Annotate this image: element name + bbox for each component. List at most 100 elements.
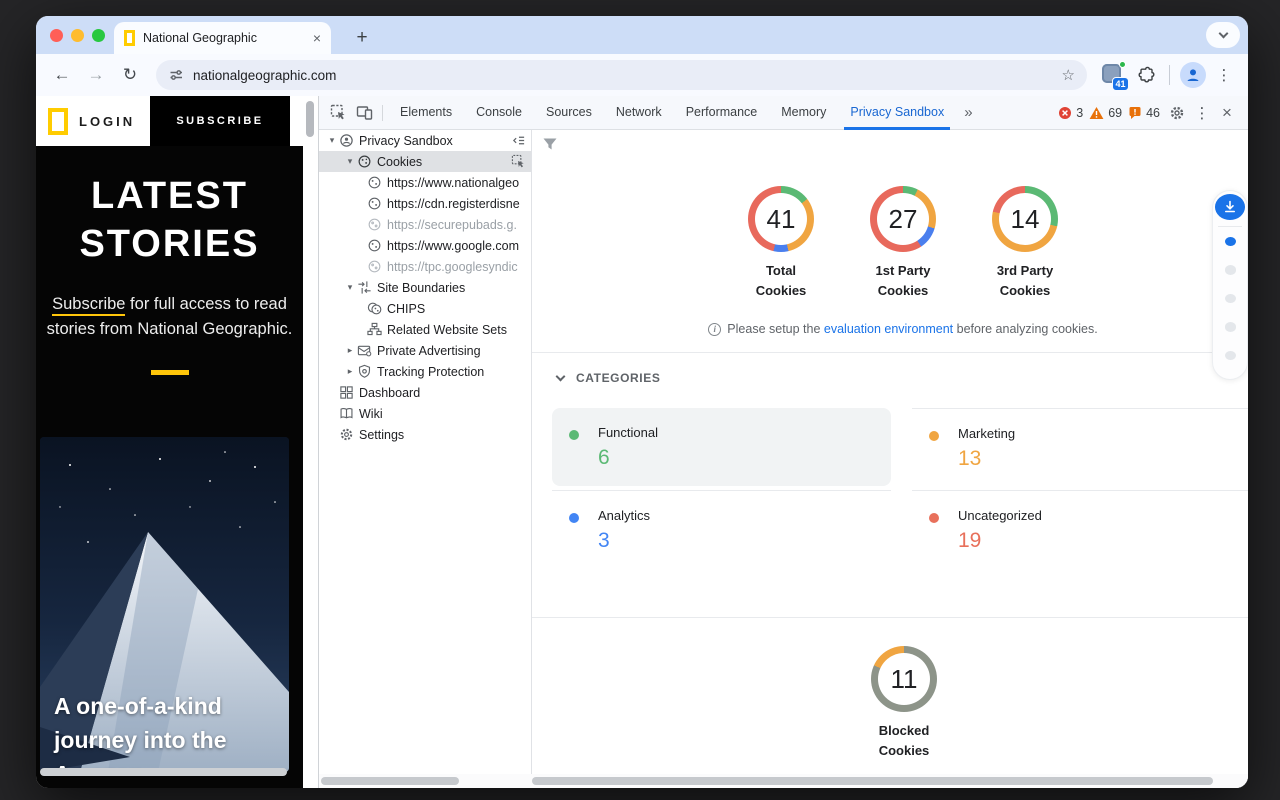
- content-horizontal-scrollbar[interactable]: [532, 777, 1213, 785]
- category-functional[interactable]: Functional 6: [552, 408, 891, 486]
- filter-funnel-icon[interactable]: [542, 136, 558, 152]
- console-errors-badge[interactable]: 3: [1058, 106, 1083, 120]
- more-tabs-button[interactable]: »: [956, 104, 980, 121]
- tree-item-chips[interactable]: CHIPS: [319, 298, 531, 319]
- donut-ring: 11: [871, 646, 937, 712]
- tree-item-settings[interactable]: Settings: [319, 424, 531, 445]
- extensions-puzzle-button[interactable]: [1133, 62, 1159, 88]
- tab-network[interactable]: Network: [604, 96, 674, 130]
- sidebar-horizontal-scrollbar[interactable]: [321, 777, 459, 785]
- navigator-divider: [1218, 226, 1242, 227]
- donut-ring: 27: [870, 186, 936, 252]
- expand-arrow-icon[interactable]: ▾: [325, 135, 339, 146]
- cookie-icon: [367, 238, 382, 253]
- download-report-button[interactable]: [1215, 194, 1245, 220]
- setup-notice: i Please setup the evaluation environmen…: [532, 322, 1248, 336]
- issues-badge[interactable]: 46: [1128, 106, 1160, 120]
- tree-item-related-website-sets[interactable]: Related Website Sets: [319, 319, 531, 340]
- extension-status-dot: [1119, 61, 1126, 68]
- collapsed-arrow-icon[interactable]: ▸: [343, 345, 357, 356]
- tree-item-cookie-url[interactable]: https://www.nationalgeo: [319, 172, 531, 193]
- inspect-element-button[interactable]: [325, 100, 351, 126]
- section-dot-active[interactable]: [1225, 237, 1236, 246]
- warning-icon: [1089, 106, 1104, 120]
- inspect-cursor-icon: [330, 104, 347, 121]
- tree-item-dashboard[interactable]: Dashboard: [319, 382, 531, 403]
- tree-item-cookie-url[interactable]: https://www.google.com: [319, 235, 531, 256]
- tree-item-cookie-url[interactable]: https://tpc.googlesyndic: [319, 256, 531, 277]
- cookie-icon: [357, 154, 372, 169]
- page-horizontal-scrollbar[interactable]: [40, 768, 287, 776]
- tree-item-site-boundaries[interactable]: ▾ Site Boundaries: [319, 277, 531, 298]
- tab-console[interactable]: Console: [464, 96, 534, 130]
- categories-section-header[interactable]: CATEGORIES: [557, 371, 660, 385]
- reload-button[interactable]: ↻: [116, 61, 144, 89]
- bookmark-star-icon[interactable]: ☆: [1062, 66, 1075, 84]
- evaluation-environment-link[interactable]: evaluation environment: [824, 322, 953, 336]
- collapse-sidebar-icon[interactable]: [511, 133, 526, 148]
- page-vertical-scrollbar[interactable]: [306, 101, 314, 137]
- back-button[interactable]: ←: [48, 61, 76, 89]
- donut-ring: 14: [992, 186, 1058, 252]
- toolbar-divider: [1169, 65, 1170, 85]
- tab-strip-chevron-button[interactable]: [1206, 22, 1240, 48]
- browser-tab[interactable]: National Geographic ×: [114, 22, 331, 54]
- close-window-button[interactable]: [50, 29, 63, 42]
- address-bar[interactable]: nationalgeographic.com ☆: [156, 60, 1087, 90]
- total-cookies-donut[interactable]: 41 TotalCookies: [721, 186, 841, 301]
- devtools-settings-button[interactable]: [1164, 100, 1190, 126]
- dashboard-icon: [339, 385, 354, 400]
- tab-elements[interactable]: Elements: [388, 96, 464, 130]
- section-dot[interactable]: [1225, 294, 1236, 303]
- devtools-close-button[interactable]: ×: [1214, 103, 1240, 123]
- tree-item-cookie-url[interactable]: https://cdn.registerdisne: [319, 193, 531, 214]
- page-scrollbar-track: [303, 96, 318, 788]
- maximize-window-button[interactable]: [92, 29, 105, 42]
- wiki-book-icon: [339, 406, 354, 421]
- third-party-cookies-donut[interactable]: 14 3rd PartyCookies: [965, 186, 1085, 301]
- tab-sources[interactable]: Sources: [534, 96, 604, 130]
- tab-close-icon[interactable]: ×: [313, 31, 321, 45]
- tree-item-private-advertising[interactable]: ▸ Private Advertising: [319, 340, 531, 361]
- inspect-cursor-icon[interactable]: [511, 154, 526, 169]
- tab-privacy-sandbox[interactable]: Privacy Sandbox: [838, 96, 956, 130]
- tree-item-cookies[interactable]: ▾ Cookies: [319, 151, 531, 172]
- section-dot[interactable]: [1225, 265, 1236, 274]
- expand-arrow-icon[interactable]: ▾: [343, 282, 357, 293]
- tree-item-cookie-url[interactable]: https://securepubads.g.: [319, 214, 531, 235]
- section-dot[interactable]: [1225, 322, 1236, 331]
- tab-performance[interactable]: Performance: [674, 96, 770, 130]
- tab-memory[interactable]: Memory: [769, 96, 838, 130]
- browser-menu-button[interactable]: ⋮: [1212, 66, 1236, 84]
- subscribe-text-link[interactable]: Subscribe: [52, 295, 125, 316]
- forward-button[interactable]: →: [82, 61, 110, 89]
- natgeo-logo[interactable]: [48, 108, 68, 135]
- devtools-menu-button[interactable]: ⋮: [1190, 104, 1214, 122]
- tree-item-tracking-protection[interactable]: ▸ Tracking Protection: [319, 361, 531, 382]
- minimize-window-button[interactable]: [71, 29, 84, 42]
- console-warnings-badge[interactable]: 69: [1089, 106, 1122, 120]
- story-card[interactable]: A one-of-a-kind journey into the Amazon: [40, 437, 289, 772]
- blocked-cookies-donut[interactable]: 11 BlockedCookies: [844, 646, 964, 761]
- privacy-extension-button[interactable]: 41: [1099, 61, 1127, 89]
- devtools-panel: Elements Console Sources Network Perform…: [318, 96, 1248, 788]
- site-settings-icon[interactable]: [168, 67, 184, 83]
- devtools-tabbar: Elements Console Sources Network Perform…: [319, 96, 1248, 130]
- collapsed-arrow-icon[interactable]: ▸: [343, 366, 357, 377]
- device-toolbar-button[interactable]: [351, 100, 377, 126]
- category-analytics[interactable]: Analytics 3: [552, 490, 891, 568]
- profile-avatar[interactable]: [1180, 62, 1206, 88]
- subscribe-button[interactable]: SUBSCRIBE: [150, 96, 290, 146]
- new-tab-button[interactable]: +: [348, 24, 376, 52]
- login-link[interactable]: LOGIN: [79, 114, 135, 129]
- category-uncategorized[interactable]: Uncategorized 19: [912, 490, 1248, 568]
- expand-arrow-icon[interactable]: ▾: [343, 156, 357, 167]
- tabbar-divider: [382, 105, 383, 121]
- category-marketing[interactable]: Marketing 13: [912, 408, 1248, 486]
- section-dot[interactable]: [1225, 351, 1236, 360]
- chevron-down-icon: [1218, 29, 1228, 39]
- tree-item-privacy-sandbox[interactable]: ▾ Privacy Sandbox: [319, 130, 531, 151]
- browser-window: National Geographic × + ← → ↻ nationalge…: [36, 16, 1248, 788]
- first-party-cookies-donut[interactable]: 27 1st PartyCookies: [843, 186, 963, 301]
- tree-item-wiki[interactable]: Wiki: [319, 403, 531, 424]
